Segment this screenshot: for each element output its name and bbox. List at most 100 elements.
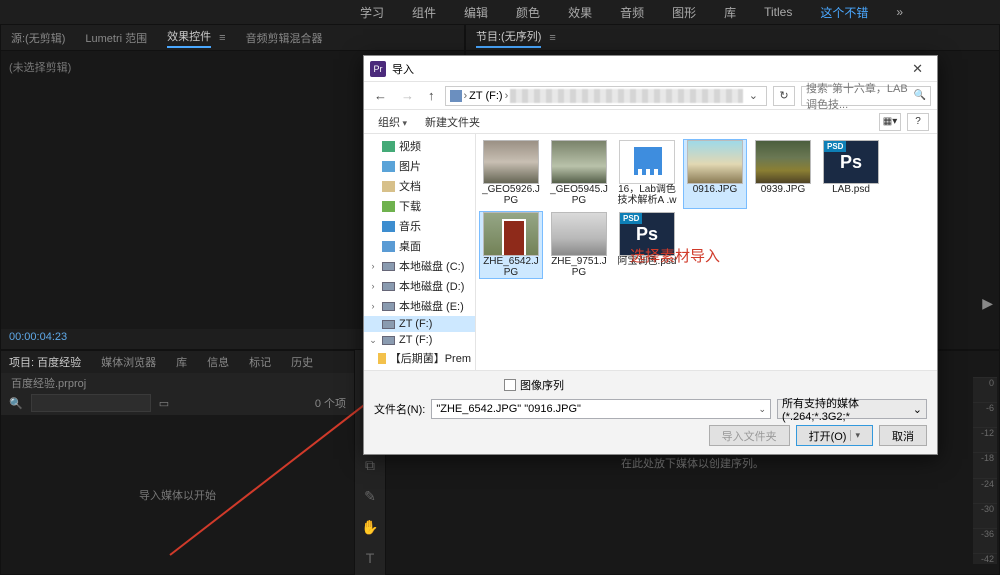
hand-tool-icon[interactable]: ✋ xyxy=(361,519,378,536)
file-item[interactable]: 0916.JPG xyxy=(684,140,746,208)
tree-item[interactable]: 下载 xyxy=(364,196,475,216)
tab-library[interactable]: 库 xyxy=(176,354,187,370)
file-thumbnail xyxy=(619,140,675,184)
tree-item[interactable]: 视频 xyxy=(364,136,475,156)
pen-tool-icon[interactable]: ✎ xyxy=(364,488,376,505)
meter-tick: 0 xyxy=(973,377,997,388)
file-name: ZHE_9751.JPG xyxy=(548,256,610,278)
ws-tab-active[interactable]: 这个不错 xyxy=(820,4,868,21)
nav-forward-icon: → xyxy=(397,86,418,105)
tab-project[interactable]: 项目: 百度经验 xyxy=(9,354,81,370)
tree-item-label: 图片 xyxy=(399,158,421,174)
tree-item[interactable]: 图片 xyxy=(364,156,475,176)
file-item[interactable]: ZHE_9751.JPG xyxy=(548,212,610,278)
drop-hint: 导入媒体以开始 xyxy=(139,487,216,503)
folder-tree[interactable]: 视频图片文档下载音乐桌面 ›本地磁盘 (C:)›本地磁盘 (D:)›本地磁盘 (E… xyxy=(364,134,476,370)
organize-button[interactable]: 组织 xyxy=(372,113,413,131)
meter-tick: -30 xyxy=(973,503,997,514)
tree-item[interactable]: ›本地磁盘 (D:) xyxy=(364,276,475,296)
slip-tool-icon[interactable]: ⧉ xyxy=(365,457,375,474)
bin-icon[interactable]: ▭ xyxy=(159,397,169,410)
tab-audio-mixer[interactable]: 音频剪辑混合器 xyxy=(246,30,323,46)
tree-item[interactable]: ›本地磁盘 (E:) xyxy=(364,296,475,316)
ws-tab[interactable]: 库 xyxy=(724,4,736,21)
dialog-nav: ← → ↑ › ZT (F:) › ⌄ ↻ 搜索"第十六章，LAB调色技... … xyxy=(364,82,937,110)
tab-media-browser[interactable]: 媒体浏览器 xyxy=(101,354,156,370)
tab-markers[interactable]: 标记 xyxy=(249,354,271,370)
tree-item[interactable]: 桌面 xyxy=(364,236,475,256)
source-tabs: 源:(无剪辑) Lumetri 范围 效果控件 ≡ 音频剪辑混合器 xyxy=(1,25,464,51)
project-search-input[interactable] xyxy=(31,394,151,412)
tree-item[interactable]: 音乐 xyxy=(364,216,475,236)
file-name: 16，Lab调色技术解析A .wmv xyxy=(616,184,678,208)
hdd-icon xyxy=(382,336,395,345)
new-folder-button[interactable]: 新建文件夹 xyxy=(419,113,486,131)
ws-tab[interactable]: 组件 xyxy=(412,4,436,21)
ws-overflow-icon[interactable]: » xyxy=(896,5,903,19)
tab-lumetri[interactable]: Lumetri 范围 xyxy=(85,30,147,46)
tab-source[interactable]: 源:(无剪辑) xyxy=(11,30,65,46)
tree-item-label: 下载 xyxy=(399,198,421,214)
program-tabs: 节目:(无序列) ≡ xyxy=(466,25,999,51)
search-icon[interactable]: 🔍 xyxy=(9,397,23,410)
tab-history[interactable]: 历史 xyxy=(291,354,313,370)
ws-tab[interactable]: 图形 xyxy=(672,4,696,21)
ws-tab[interactable]: 效果 xyxy=(568,4,592,21)
refresh-button[interactable]: ↻ xyxy=(773,86,795,106)
panel-menu-icon[interactable]: ≡ xyxy=(549,32,555,44)
ws-tab[interactable]: 学习 xyxy=(360,4,384,21)
tab-program[interactable]: 节目:(无序列) xyxy=(476,28,541,48)
breadcrumb[interactable]: › ZT (F:) › ⌄ xyxy=(445,86,768,106)
nav-up-icon[interactable]: ↑ xyxy=(424,86,439,105)
crumb-blurred-path xyxy=(510,89,743,103)
cancel-button[interactable]: 取消 xyxy=(879,425,927,446)
filename-dropdown-icon[interactable]: ⌄ xyxy=(758,404,766,415)
nav-back-icon[interactable]: ← xyxy=(370,86,391,105)
app-icon: Pr xyxy=(370,61,386,77)
file-item[interactable]: _GEO5945.JPG xyxy=(548,140,610,208)
ws-tab[interactable]: 颜色 xyxy=(516,4,540,21)
view-mode-button[interactable]: ▦▾ xyxy=(879,113,901,131)
tree-item[interactable]: 文档 xyxy=(364,176,475,196)
tab-info[interactable]: 信息 xyxy=(207,354,229,370)
open-button[interactable]: 打开(O)▾ xyxy=(796,425,873,446)
file-name: 0916.JPG xyxy=(693,184,737,195)
crumb-dropdown-icon[interactable]: ⌄ xyxy=(745,89,762,102)
video-icon xyxy=(382,141,395,152)
project-drop-zone[interactable]: 导入媒体以开始 xyxy=(1,415,354,574)
tree-item[interactable]: ZT (F:) xyxy=(364,316,475,332)
type-tool-icon[interactable]: T xyxy=(366,550,375,566)
file-name: 0939.JPG xyxy=(761,184,805,195)
filename-input[interactable]: "ZHE_6542.JPG" "0916.JPG" ⌄ xyxy=(431,399,771,419)
play-icon[interactable]: ▶ xyxy=(982,295,993,312)
file-item[interactable]: 0939.JPG xyxy=(752,140,814,208)
help-button[interactable]: ? xyxy=(907,113,929,131)
tab-effect-controls[interactable]: 效果控件 xyxy=(167,28,211,48)
tree-item-label: 桌面 xyxy=(399,238,421,254)
crumb-drive[interactable]: ZT (F:) xyxy=(469,90,502,102)
tree-item-label: 文档 xyxy=(399,178,421,194)
ws-tab[interactable]: 编辑 xyxy=(464,4,488,21)
ws-tab[interactable]: 音频 xyxy=(620,4,644,21)
file-item[interactable]: ZHE_6542.JPG xyxy=(480,212,542,278)
tree-item[interactable]: ⌄ZT (F:) xyxy=(364,332,475,348)
hdd-icon xyxy=(382,282,395,291)
file-item[interactable]: PSDPsLAB.psd xyxy=(820,140,882,208)
file-filter-dropdown[interactable]: 所有支持的媒体 (*.264;*.3G2;* ⌄ xyxy=(777,399,927,419)
file-thumbnail xyxy=(551,212,607,256)
tree-item-label: 音乐 xyxy=(399,218,421,234)
tree-item-label: ZT (F:) xyxy=(399,334,432,346)
music-icon xyxy=(382,221,395,232)
close-button[interactable]: ✕ xyxy=(904,59,931,79)
image-sequence-checkbox[interactable] xyxy=(504,379,516,391)
drive-icon xyxy=(450,90,462,102)
tree-item[interactable]: ›本地磁盘 (C:) xyxy=(364,256,475,276)
panel-menu-icon[interactable]: ≡ xyxy=(219,32,225,44)
ws-tab[interactable]: Titles xyxy=(764,5,792,19)
dialog-search-input[interactable]: 搜索"第十六章，LAB调色技... 🔍 xyxy=(801,86,931,106)
tree-item[interactable]: 【后期菌】Prem xyxy=(364,348,475,368)
file-item[interactable]: 16，Lab调色技术解析A .wmv xyxy=(616,140,678,208)
tree-item-label: 【后期菌】Prem xyxy=(390,350,471,366)
file-item[interactable]: _GEO5926.JPG xyxy=(480,140,542,208)
meter-tick: -6 xyxy=(973,402,997,413)
